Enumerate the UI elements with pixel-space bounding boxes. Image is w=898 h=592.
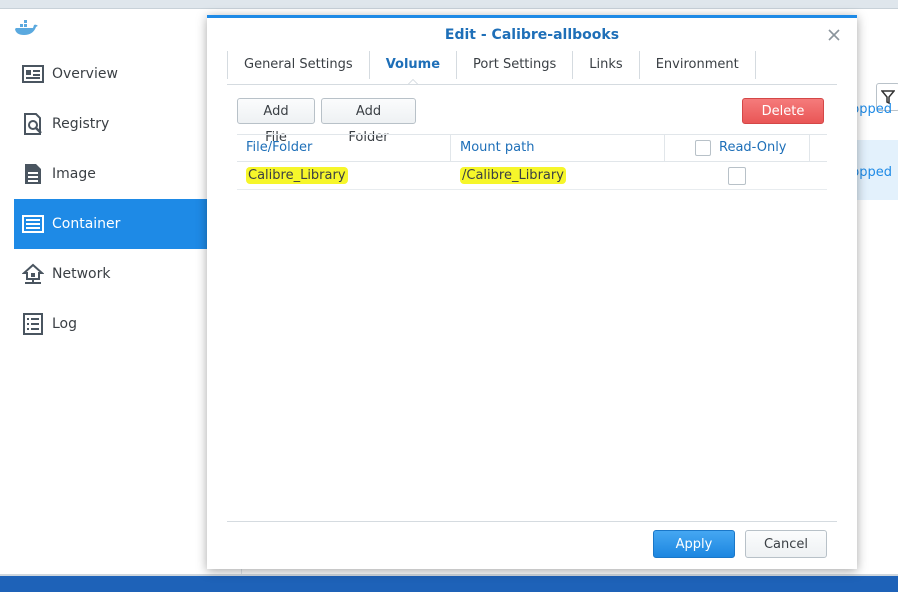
column-header-label: Read-Only: [719, 140, 787, 155]
tab-links[interactable]: Links: [573, 51, 640, 79]
table-row[interactable]: Calibre_Library /Calibre_Library: [237, 162, 827, 190]
sidebar-item-label: Image: [52, 166, 96, 182]
tab-environment[interactable]: Environment: [640, 51, 756, 79]
divider: [227, 84, 837, 85]
sidebar: Overview Registry Image Container Networ…: [0, 49, 207, 349]
read-only-checkbox[interactable]: [728, 166, 746, 185]
edit-dialog: Edit - Calibre-allbooks General Settings…: [207, 15, 857, 569]
read-only-cell: [665, 162, 810, 189]
tab-volume[interactable]: Volume: [370, 51, 458, 85]
file-folder-value: Calibre_Library: [246, 167, 348, 184]
sidebar-item-label: Overview: [52, 66, 118, 82]
add-file-button[interactable]: Add File: [237, 98, 315, 145]
tab-bar: General Settings Volume Port Settings Li…: [227, 51, 756, 85]
sidebar-item-registry[interactable]: Registry: [0, 99, 207, 149]
status-text: opped: [851, 165, 892, 180]
sidebar-item-label: Container: [52, 216, 121, 232]
overview-icon: [22, 63, 44, 85]
sidebar-item-network[interactable]: Network: [0, 249, 207, 299]
status-text: opped: [851, 102, 892, 117]
tab-label: General Settings: [244, 57, 353, 72]
registry-icon: [22, 113, 44, 135]
sidebar-item-log[interactable]: Log: [0, 299, 207, 349]
container-icon: [22, 213, 44, 235]
dialog-title: Edit - Calibre-allbooks: [444, 27, 620, 43]
column-header-read-only[interactable]: Read-Only: [665, 135, 810, 161]
add-folder-button[interactable]: Add Folder: [321, 98, 416, 145]
sidebar-item-label: Registry: [52, 116, 110, 132]
read-only-all-checkbox[interactable]: [695, 140, 711, 156]
sidebar-item-overview[interactable]: Overview: [0, 49, 207, 99]
taskbar: [0, 576, 898, 592]
sidebar-item-label: Network: [52, 266, 111, 282]
delete-button[interactable]: Delete: [742, 98, 824, 124]
docker-whale-icon: [15, 20, 38, 35]
divider: [227, 521, 837, 522]
volume-table: File/Folder Mount path Read-Only Calibre…: [237, 134, 827, 190]
tab-general-settings[interactable]: General Settings: [227, 51, 370, 79]
sidebar-item-container[interactable]: Container: [14, 199, 207, 249]
column-header-mount-path[interactable]: Mount path: [451, 135, 665, 161]
table-header: File/Folder Mount path Read-Only: [237, 134, 827, 162]
tab-port-settings[interactable]: Port Settings: [457, 51, 574, 79]
sidebar-item-label: Log: [52, 316, 78, 332]
tab-label: Links: [589, 57, 623, 72]
sidebar-item-image[interactable]: Image: [0, 149, 207, 199]
image-icon: [22, 163, 44, 185]
cancel-button[interactable]: Cancel: [745, 530, 827, 558]
tab-label: Port Settings: [473, 57, 557, 72]
apply-button[interactable]: Apply: [653, 530, 735, 558]
tab-label: Volume: [385, 57, 441, 72]
mount-path-value: /Calibre_Library: [460, 167, 566, 184]
log-icon: [22, 313, 44, 335]
tab-label: Environment: [655, 57, 739, 72]
file-folder-cell: Calibre_Library: [237, 162, 451, 189]
close-icon[interactable]: [827, 28, 841, 42]
mount-path-cell: /Calibre_Library: [451, 162, 665, 189]
column-header-file-folder[interactable]: File/Folder: [237, 135, 451, 161]
network-icon: [22, 263, 44, 285]
